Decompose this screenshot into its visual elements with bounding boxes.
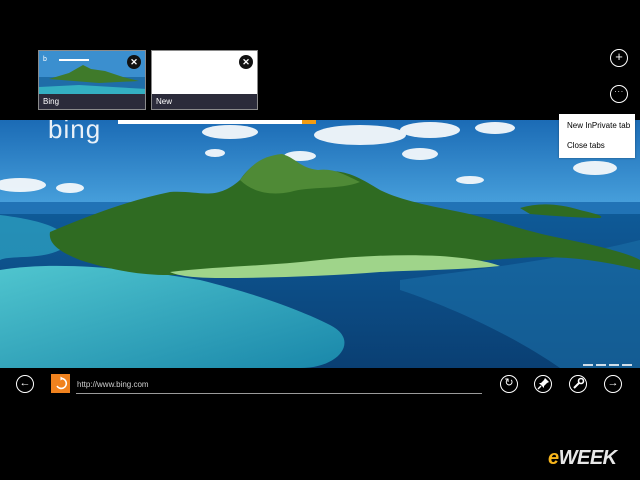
url-input[interactable]: http://www.bing.com xyxy=(76,378,482,394)
tab-options-menu: New InPrivate tab Close tabs xyxy=(559,114,635,158)
refresh-button[interactable]: ↻ xyxy=(500,375,518,393)
tab-thumbnail-bing[interactable]: b ✕ Bing xyxy=(38,50,146,110)
web-page-content[interactable]: bing xyxy=(0,120,640,368)
image-nav-indicators[interactable] xyxy=(583,364,632,366)
site-favicon-icon xyxy=(51,374,70,393)
eweek-watermark-logo: eWEEK xyxy=(548,447,617,469)
bing-background-image xyxy=(0,120,640,368)
tab-thumbnail-new[interactable]: ✕ New xyxy=(151,50,258,110)
bing-search-box[interactable] xyxy=(118,120,316,124)
refresh-icon: ↻ xyxy=(504,377,514,389)
tab-switcher-bar: b ✕ Bing ✕ New + ··· xyxy=(0,0,640,120)
svg-text:b: b xyxy=(43,56,47,63)
pin-site-button[interactable] xyxy=(534,375,552,393)
menu-item-close-tabs[interactable]: Close tabs xyxy=(559,134,635,154)
tab-label-new: New xyxy=(152,94,257,109)
page-tools-button[interactable] xyxy=(569,375,587,393)
bing-logo: bing xyxy=(48,120,102,144)
back-button[interactable]: ← xyxy=(16,375,34,393)
new-tab-button[interactable]: + xyxy=(610,49,628,67)
more-options-button[interactable]: ··· xyxy=(610,85,628,103)
menu-item-new-inprivate-tab[interactable]: New InPrivate tab xyxy=(559,114,635,134)
forward-button[interactable]: → xyxy=(604,375,622,393)
pin-icon xyxy=(537,378,549,390)
close-tab-bing-icon[interactable]: ✕ xyxy=(127,55,141,69)
close-tab-new-icon[interactable]: ✕ xyxy=(239,55,253,69)
tab-label-bing: Bing xyxy=(39,94,145,109)
wrench-icon xyxy=(572,377,584,389)
bing-search-button[interactable] xyxy=(302,120,316,124)
